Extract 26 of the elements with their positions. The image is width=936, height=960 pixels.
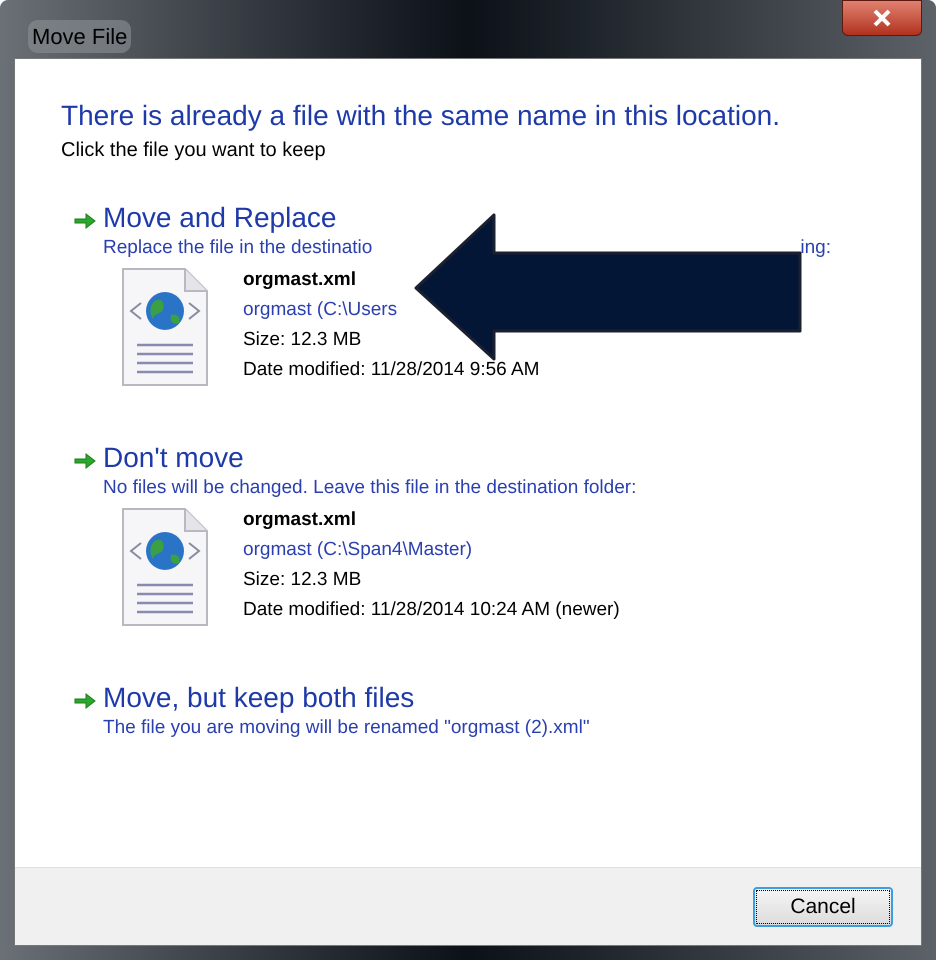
file-size: Size: 12.3 MB [243,568,362,592]
file-name: orgmast.xml [243,508,357,532]
file-location: orgmast (C:\Users [243,298,398,322]
option-link[interactable]: Move, but keep both files [103,681,590,715]
close-icon [872,9,892,27]
file-location: orgmast (C:\Span4\Master) [243,538,474,562]
arrow-icon [73,691,97,711]
dialog-heading: There is already a file with the same name in this location. [61,99,782,133]
file-date: Date modified: 11/28/2014 10:24 AM (newer) [243,598,620,622]
file-date: Date modified: 11/28/2014 9:56 AM [243,358,540,382]
cancel-button[interactable]: Cancel [753,886,893,926]
option-description: No files will be changed. Leave this file in the destination folder: [103,476,636,500]
option-link[interactable]: Don't move [103,441,636,475]
instruction-text: Click the file you want to keep [61,138,327,163]
web-file-icon [119,507,211,627]
close-button[interactable] [842,0,922,36]
option-description: Replace the file in the destinatio [103,236,372,260]
web-file-icon [119,267,211,387]
option-link[interactable]: Move and Replace [103,201,831,235]
option-description: The file you are moving will be renamed "orgmast (2).xml" [103,716,590,740]
file-name: orgmast.xml [243,268,357,292]
option-description: ing: [800,236,831,260]
file-size: Size: 12.3 MB [243,328,362,352]
arrow-icon [73,211,97,231]
window-title: Move File [28,20,132,53]
arrow-icon [73,451,97,471]
